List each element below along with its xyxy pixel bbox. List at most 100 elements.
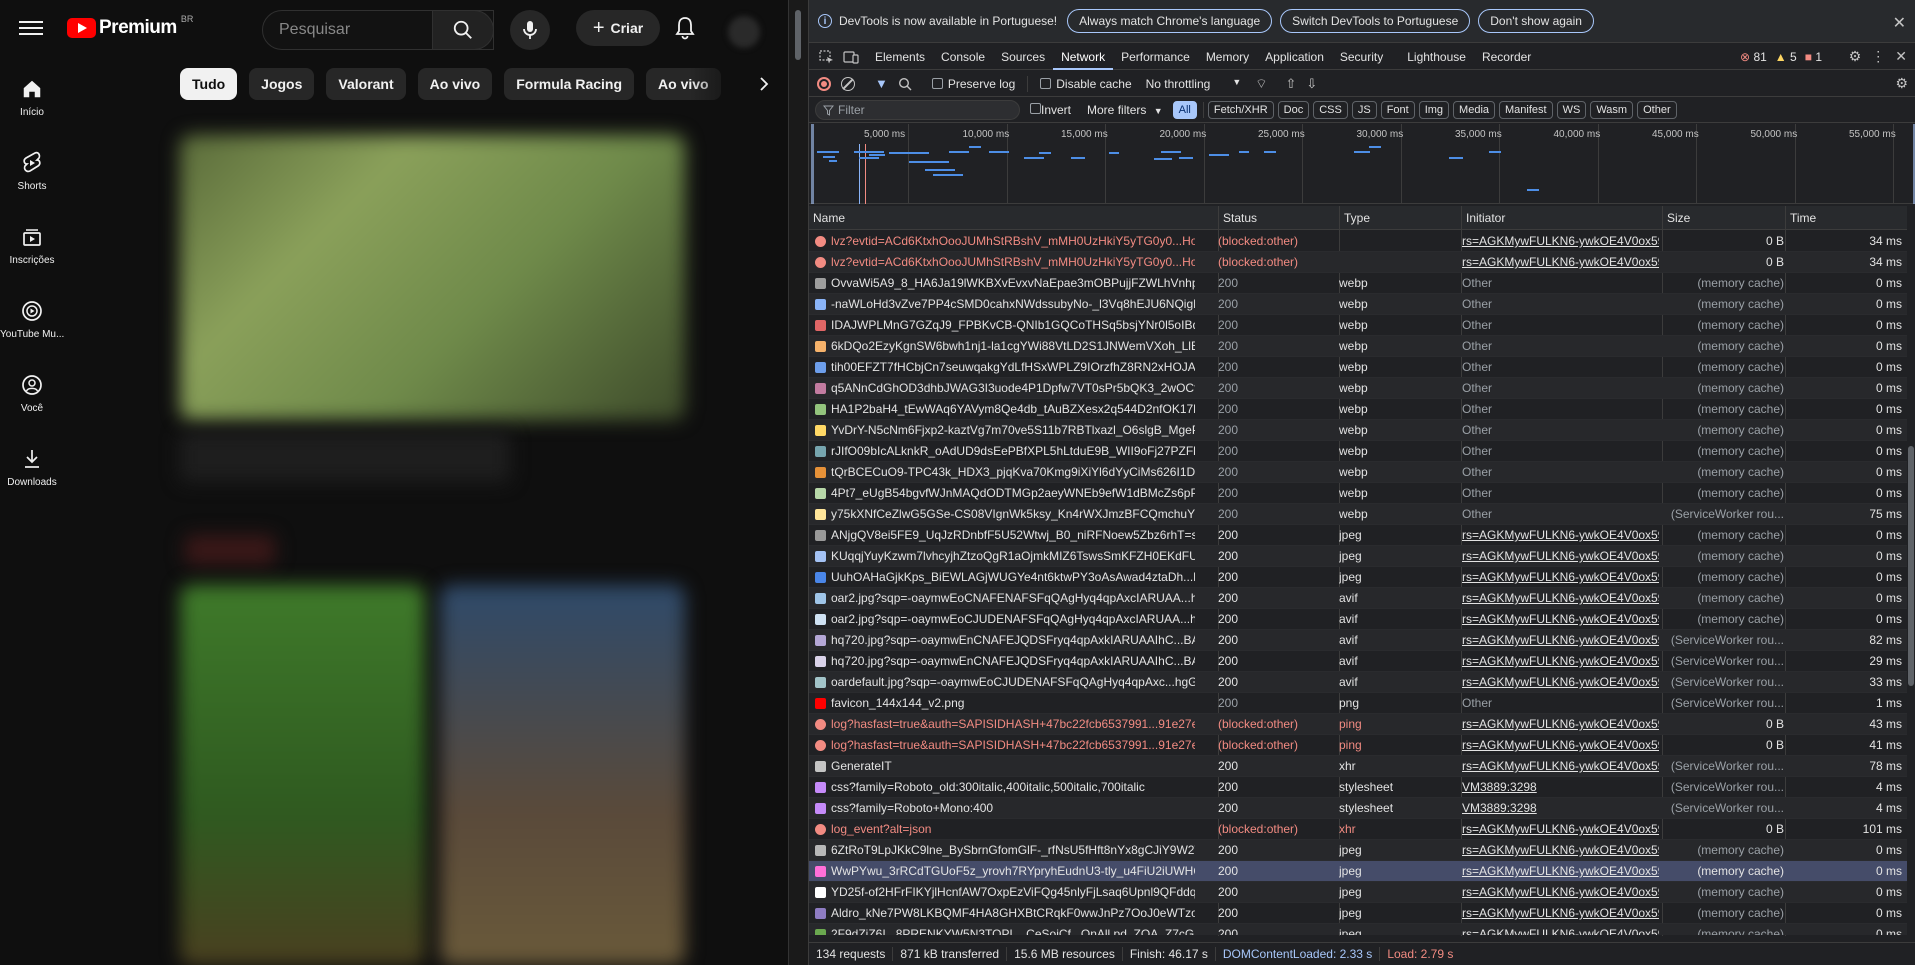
switch-language-button[interactable]: Switch DevTools to Portuguese (1280, 9, 1471, 33)
filter-type-manifest[interactable]: Manifest (1499, 100, 1553, 119)
request-initiator[interactable]: rs=AGKMywFULKN6-ywkOE4V0ox592 (1462, 672, 1659, 693)
sidebar-item-downloads[interactable]: Downloads (0, 446, 64, 488)
request-initiator[interactable]: rs=AGKMywFULKN6-ywkOE4V0ox592 (1462, 567, 1659, 588)
search-icon[interactable] (898, 77, 912, 91)
more-filters-dropdown[interactable]: More filters ▼ (1087, 103, 1163, 117)
request-initiator[interactable]: rs=AGKMywFULKN6-ywkOE4V0ox592 (1462, 840, 1659, 861)
issue-badges[interactable]: ⊗ 81 ▲ 5 ■ 1 (1740, 50, 1822, 64)
table-row[interactable]: ANjgQV8ei5FE9_UqJzRDnbfF5U52Wtwj_B0_niRF… (809, 525, 1909, 546)
request-initiator[interactable]: rs=AGKMywFULKN6-ywkOE4V0ox592 (1462, 630, 1659, 651)
filter-type-media[interactable]: Media (1453, 100, 1496, 119)
panel-divider[interactable] (788, 0, 808, 965)
filter-type-css[interactable]: CSS (1313, 100, 1348, 119)
voice-search-button[interactable] (510, 10, 550, 50)
chip-ao-vivo[interactable]: Ao vivo (417, 68, 493, 100)
request-initiator[interactable]: rs=AGKMywFULKN6-ywkOE4V0ox592 (1462, 609, 1659, 630)
table-row[interactable]: OvvaWi5A9_8_HA6Ja19lWKBXvEvxvNaEpae3mOBP… (809, 273, 1909, 294)
table-row[interactable]: IDAJWPLMnG7GZqJ9_FPBKvCB-QNIb1GQCoTHSq5b… (809, 315, 1909, 336)
match-language-button[interactable]: Always match Chrome's language (1067, 9, 1273, 33)
request-initiator[interactable]: VM3889:3298 (1462, 777, 1659, 798)
create-button[interactable]: + Criar (576, 10, 660, 46)
page-scrollbar-thumb[interactable] (795, 10, 801, 60)
sidebar-item-subscriptions[interactable]: Inscrições (0, 224, 64, 266)
table-row[interactable]: KUqqjYuyKzwm7lvhcyjhZtzoQgR1aOjmkMIZ6Tsw… (809, 546, 1909, 567)
errors-badge[interactable]: ⊗ 81 (1740, 50, 1767, 64)
filter-funnel-icon[interactable]: ▼ (875, 76, 888, 91)
table-row[interactable]: GenerateIT 200 xhr rs=AGKMywFULKN6-ywkOE4V0… (809, 756, 1909, 777)
filter-type-fetch-xhr[interactable]: Fetch/XHR (1207, 100, 1274, 119)
request-initiator[interactable]: rs=AGKMywFULKN6-ywkOE4V0ox592 (1462, 714, 1659, 735)
export-har-icon[interactable]: ⇩ (1306, 76, 1317, 92)
table-row[interactable]: YvDrY-N5cNm6Fjxp2-kaztVg7m70ve5S11b7RBTl… (809, 420, 1909, 441)
request-initiator[interactable]: rs=AGKMywFULKN6-ywkOE4V0ox592 (1462, 819, 1659, 840)
column-time[interactable]: Time (1785, 206, 1909, 230)
device-toolbar-icon[interactable] (843, 50, 859, 64)
table-row[interactable]: HA1P2baH4_tEwWAq6YAVym8Qe4db_tAuBZXesx2q… (809, 399, 1909, 420)
table-row[interactable]: q5ANnCdGhOD3dhbJWAG3I3uode4P1Dpfw7VT0sPr… (809, 378, 1909, 399)
table-scrollbar[interactable] (1907, 206, 1915, 936)
request-initiator[interactable]: rs=AGKMywFULKN6-ywkOE4V0ox592 (1462, 252, 1659, 273)
table-row[interactable]: 6ZtRoT9LpJKkC9lne_BySbrnGfomGlF-_rfNsU5f… (809, 840, 1909, 861)
table-row[interactable]: YD25f-of2HFrFIKYjlHcnfAW7OxpEzViFQg45nly… (809, 882, 1909, 903)
more-options-icon[interactable]: ⋮ (1871, 48, 1885, 65)
filter-type-ws[interactable]: WS (1556, 100, 1587, 119)
chip-jogos[interactable]: Jogos (249, 68, 315, 100)
table-row[interactable]: css?family=Roboto_old:300italic,400itali… (809, 777, 1909, 798)
tab-sources[interactable]: Sources (993, 44, 1053, 70)
clear-icon[interactable] (841, 76, 855, 91)
chip-formula-racing[interactable]: Formula Racing (504, 68, 635, 100)
table-row[interactable]: tQrBCECuO9-TPC43k_HDX3_pjqKva70Kmg9iXiYl… (809, 462, 1909, 483)
inspect-element-icon[interactable] (819, 49, 835, 64)
account-avatar[interactable] (728, 16, 760, 48)
blurred-video-thumbnail[interactable] (180, 135, 685, 420)
dont-show-again-button[interactable]: Don't show again (1478, 9, 1594, 33)
request-initiator[interactable]: rs=AGKMywFULKN6-ywkOE4V0ox592 (1462, 525, 1659, 546)
filter-type-doc[interactable]: Doc (1277, 100, 1310, 119)
close-devtools-icon[interactable]: ✕ (1895, 48, 1907, 65)
throttling-select[interactable]: No throttling ▼ (1146, 77, 1242, 91)
disable-cache-checkbox[interactable]: Disable cache (1040, 77, 1132, 91)
table-row[interactable]: tih00EFZT7fHCbjCn7seuwqakgYdLfHSxWPLZ9IO… (809, 357, 1909, 378)
request-initiator[interactable]: rs=AGKMywFULKN6-ywkOE4V0ox592 (1462, 735, 1659, 756)
tab-console[interactable]: Console (933, 44, 993, 70)
search-button[interactable] (432, 10, 494, 50)
blurred-short-2[interactable] (440, 585, 685, 965)
import-har-icon[interactable]: ⇧ (1285, 76, 1296, 92)
chip-valorant[interactable]: Valorant (326, 68, 406, 100)
table-row[interactable]: 4Pt7_eUgB54bgvfWJnMAQdODTMGp2aeyWNEb9efW… (809, 483, 1909, 504)
table-row[interactable]: hq720.jpg?sqp=-oaymwEnCNAFEJQDSFryq4qpAx… (809, 651, 1909, 672)
scrollbar-thumb[interactable] (1908, 446, 1914, 686)
filter-type-img[interactable]: Img (1418, 100, 1450, 119)
filter-type-other[interactable]: Other (1637, 100, 1677, 119)
filter-input[interactable] (838, 102, 1016, 117)
column-status[interactable]: Status (1218, 206, 1339, 230)
sidebar-item-you[interactable]: Você (0, 372, 64, 414)
sidebar-item-youtube-music[interactable]: YouTube Mu... (0, 298, 64, 340)
network-conditions-icon[interactable]: ⌔ (1255, 76, 1267, 92)
column-type[interactable]: Type (1339, 206, 1461, 230)
network-overview-timeline[interactable]: 5,000 ms 10,000 ms 15,000 ms 20,000 ms 25,00… (809, 124, 1915, 204)
table-row[interactable]: log?hasfast=true&auth=SAPISIDHASH+47bc22… (809, 714, 1909, 735)
filter-type-font[interactable]: Font (1380, 100, 1415, 119)
table-row[interactable]: WwPYwu_3rRCdTGUoF5z_yrovh7RYpryhEudnU3-t… (809, 861, 1909, 882)
tab-memory[interactable]: Memory (1198, 44, 1257, 70)
overview-left-handle[interactable] (811, 124, 814, 204)
tab-performance[interactable]: Performance (1113, 44, 1198, 70)
table-row[interactable]: favicon_144x144_v2.png 200 png Other (Servic… (809, 693, 1909, 714)
table-row[interactable]: oar2.jpg?sqp=-oaymwEoCNAFENAFSFqQAgHyq4q… (809, 588, 1909, 609)
request-initiator[interactable]: rs=AGKMywFULKN6-ywkOE4V0ox592 (1462, 882, 1659, 903)
chips-next-button[interactable] (750, 70, 778, 98)
filter-type-wasm[interactable]: Wasm (1590, 100, 1634, 119)
tab-elements[interactable]: Elements (867, 44, 933, 70)
request-initiator[interactable]: rs=AGKMywFULKN6-ywkOE4V0ox592 (1462, 756, 1659, 777)
table-row[interactable]: lvz?evtid=ACd6KtxhOooJUMhStRBshV_mMH0UzH… (809, 231, 1909, 252)
table-row[interactable]: y75kXNfCeZlwG5GSe-CS08VIgnWk5ksy_Kn4rWXJ… (809, 504, 1909, 525)
table-row[interactable]: css?family=Roboto+Mono:400 200 stylesheet V… (809, 798, 1909, 819)
request-initiator[interactable]: rs=AGKMywFULKN6-ywkOE4V0ox592 (1462, 924, 1659, 935)
request-initiator[interactable]: rs=AGKMywFULKN6-ywkOE4V0ox592 (1462, 231, 1659, 252)
youtube-premium-logo[interactable]: Premium BR (67, 14, 193, 39)
settings-gear-icon[interactable]: ⚙ (1849, 48, 1862, 65)
tab-network[interactable]: Network (1053, 44, 1114, 70)
request-initiator[interactable]: rs=AGKMywFULKN6-ywkOE4V0ox592 (1462, 546, 1659, 567)
record-icon[interactable] (817, 76, 831, 91)
